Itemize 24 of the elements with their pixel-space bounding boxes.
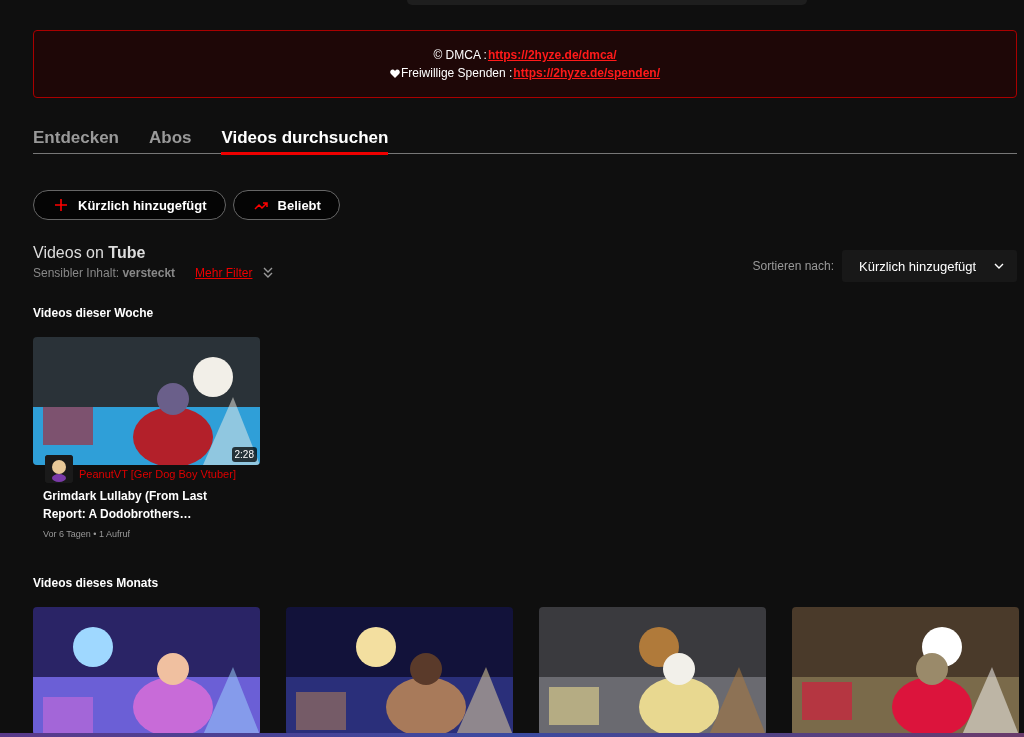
- notice-link[interactable]: https://2hyze.de/spenden/: [513, 66, 661, 80]
- filter-button[interactable]: Beliebt: [232, 190, 340, 220]
- video-meta: Vor 6 Tagen • 1 Aufruf: [43, 529, 132, 539]
- avatar-icon: [45, 455, 73, 483]
- double-chevron-icon[interactable]: [262, 267, 275, 279]
- notice-link[interactable]: https://2hyze.de/dmca/: [487, 48, 617, 62]
- tab[interactable]: Entdecken: [33, 128, 119, 155]
- sort-label: Sortieren nach:: [752, 259, 834, 273]
- filter-button[interactable]: Kürzlich hinzugefügt: [33, 190, 226, 220]
- sort-dropdown[interactable]: Kürzlich hinzugefügt: [842, 250, 1017, 282]
- page-heading: Videos on Tube: [33, 244, 147, 262]
- tab[interactable]: Abos: [149, 128, 192, 155]
- notice-label: © DMCA :: [433, 48, 487, 62]
- heart-icon: [389, 68, 400, 78]
- channel-name[interactable]: PeanutVT [Ger Dog Boy Vtuber]: [79, 468, 236, 480]
- section-title: Videos dieses Monats: [33, 576, 160, 590]
- notice-label: Freiwillige Spenden :: [400, 66, 513, 80]
- more-filters-link[interactable]: Mehr Filter: [195, 266, 253, 280]
- section-title: Videos dieser Woche: [33, 306, 155, 320]
- video-title[interactable]: Grimdark Lullaby (From Last Report: A Dodobrothers…: [43, 487, 250, 523]
- tab[interactable]: Videos durchsuchen: [221, 128, 389, 155]
- duration-label: 2:28: [231, 447, 257, 462]
- sensitive-content-label: Sensibler Inhalt: versteckt: [33, 266, 176, 280]
- plus-icon: [54, 198, 68, 212]
